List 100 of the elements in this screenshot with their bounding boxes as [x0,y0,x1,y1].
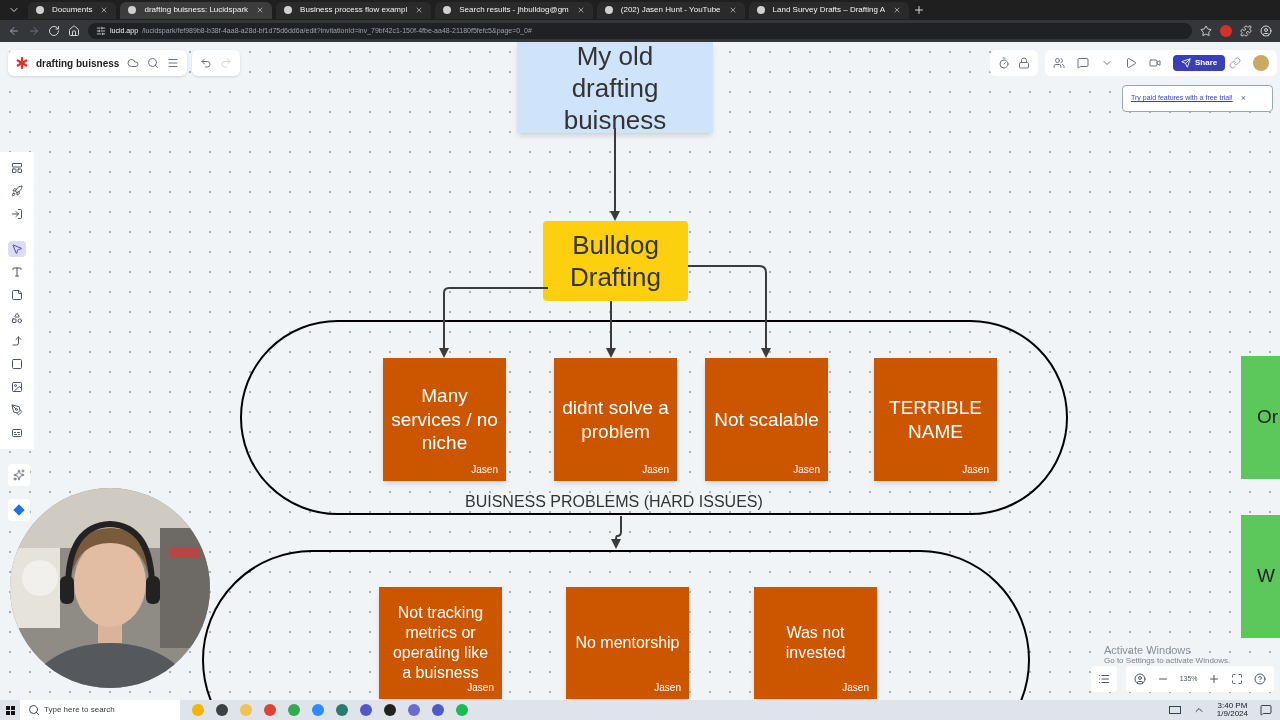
activation-title: Activate Windows [1104,643,1191,658]
close-button[interactable]: × [1240,91,1246,106]
close-icon[interactable] [893,6,902,14]
note-text: Not scalable [714,407,819,432]
tool-icon [11,208,23,220]
note-text: Was not invested [784,623,847,663]
browser-tab[interactable]: (202) Jasen Hunt - YouTube [596,1,745,19]
undo-icon[interactable] [200,57,212,69]
follow-icon[interactable] [1134,673,1146,685]
plugin-button[interactable] [8,499,30,521]
close-icon[interactable] [576,6,585,14]
tray-icon[interactable] [1168,706,1181,714]
cloud-icon[interactable] [127,57,140,69]
note-text: W [1257,564,1275,589]
tool-icon [11,358,23,370]
note-text: didnt solve a problem [562,395,669,444]
send-icon [1181,58,1191,68]
video-icon[interactable] [1149,57,1161,69]
note-text: My old drafting buisness [562,42,668,136]
home-icon[interactable] [68,25,80,37]
tool-icon [11,381,23,393]
note-text: Not tracking metrics or operating like a buisness [391,603,490,683]
connector-arrow [606,300,616,358]
search-icon [28,704,40,716]
connector-arrow [611,515,622,549]
tab-title: drafting buisness: Lucidspark [144,4,249,16]
taskbar-app-icon[interactable] [216,704,228,716]
tab-title: Land Survey Drafts – Drafting A [772,4,886,16]
search-icon[interactable] [147,57,160,69]
tool-icon [11,427,23,439]
tab-favicon-icon [756,6,765,14]
note-text: TERRIBLE NAME [888,395,983,444]
app-logo-icon[interactable] [16,57,28,69]
list-icon [1098,673,1110,685]
group-label: BUISNESS PROBLEMS (HARD ISSUES) [465,492,763,512]
fit-icon[interactable] [1231,673,1244,685]
clock-date: 1/9/2024 [1216,710,1248,718]
close-icon[interactable] [728,6,737,14]
note-author: Jasen [962,463,989,477]
tab-title: Business process flow exampl [300,4,408,16]
note-author: Jasen [842,681,869,695]
browser-tab[interactable]: Business process flow exampl [276,1,432,19]
outline-button[interactable] [1091,666,1117,692]
extensions-icon[interactable] [1240,25,1252,37]
note-author: Jasen [471,463,498,477]
note-author: Jasen [654,681,681,695]
share-button[interactable]: Share [1173,55,1226,71]
bookmark-icon[interactable] [1200,25,1212,37]
ai-button[interactable] [8,464,30,486]
extension-icon[interactable] [1220,25,1232,37]
close-icon[interactable] [100,6,109,14]
clock-time: 3:40 PM [1217,702,1248,710]
tab-title: Search results - jhbulldog@gm [459,4,569,16]
tab-favicon-icon [284,6,293,14]
note-text: No mentorship [575,633,680,653]
tool-icon [11,404,23,416]
note-author: Jasen [793,463,820,477]
new-tab-icon[interactable] [913,4,926,16]
tool-icon [11,162,23,174]
node-text: Bulldog Drafting [568,229,662,293]
notifications-icon[interactable] [1260,704,1272,716]
reload-icon[interactable] [48,25,60,37]
browser-tab[interactable]: Search results - jhbulldog@gm [435,1,593,19]
taskbar-search[interactable]: Type here to search [20,700,180,720]
zoom-in-icon[interactable] [1208,673,1221,685]
tool-icon [11,289,23,301]
tab-favicon-icon [128,6,137,14]
note-text: Or [1257,405,1279,430]
tool-button[interactable] [8,241,26,257]
browser-tab[interactable]: Land Survey Drafts – Drafting A [748,1,910,19]
tool-icon [11,266,23,278]
collaborators-icon[interactable] [1053,57,1065,69]
note-author: Jasen [467,681,494,695]
search-placeholder: Type here to search [44,704,115,716]
tool-icon [11,335,23,347]
note-author: Jasen [642,463,669,477]
sparkle-icon [13,469,25,481]
tab-favicon-icon [443,6,452,14]
tab-title: Documents [52,4,93,16]
profile-icon[interactable] [1260,25,1272,37]
browser-tab[interactable]: drafting buisness: Lucidspark [120,1,273,19]
menu-icon[interactable] [167,57,180,69]
timer-icon[interactable] [998,57,1010,69]
taskbar-app-icon[interactable] [384,704,396,716]
back-icon[interactable] [8,25,20,37]
present-icon[interactable] [1125,57,1137,69]
lock-icon[interactable] [1018,57,1030,69]
comment-icon[interactable] [1077,57,1089,69]
close-icon[interactable] [256,6,265,14]
note-text: Many services / no niche [391,383,498,456]
close-icon[interactable] [415,6,424,14]
tool-icon [11,185,23,197]
help-icon[interactable] [1253,673,1266,685]
browser-tab[interactable]: Documents [28,1,117,19]
tab-favicon-icon [604,6,613,14]
document-title[interactable]: drafting buisness [36,55,120,71]
tool-icon [11,243,23,255]
tab-favicon-icon [36,6,44,14]
site-info-icon[interactable] [96,26,106,36]
tool-icon [11,312,23,324]
